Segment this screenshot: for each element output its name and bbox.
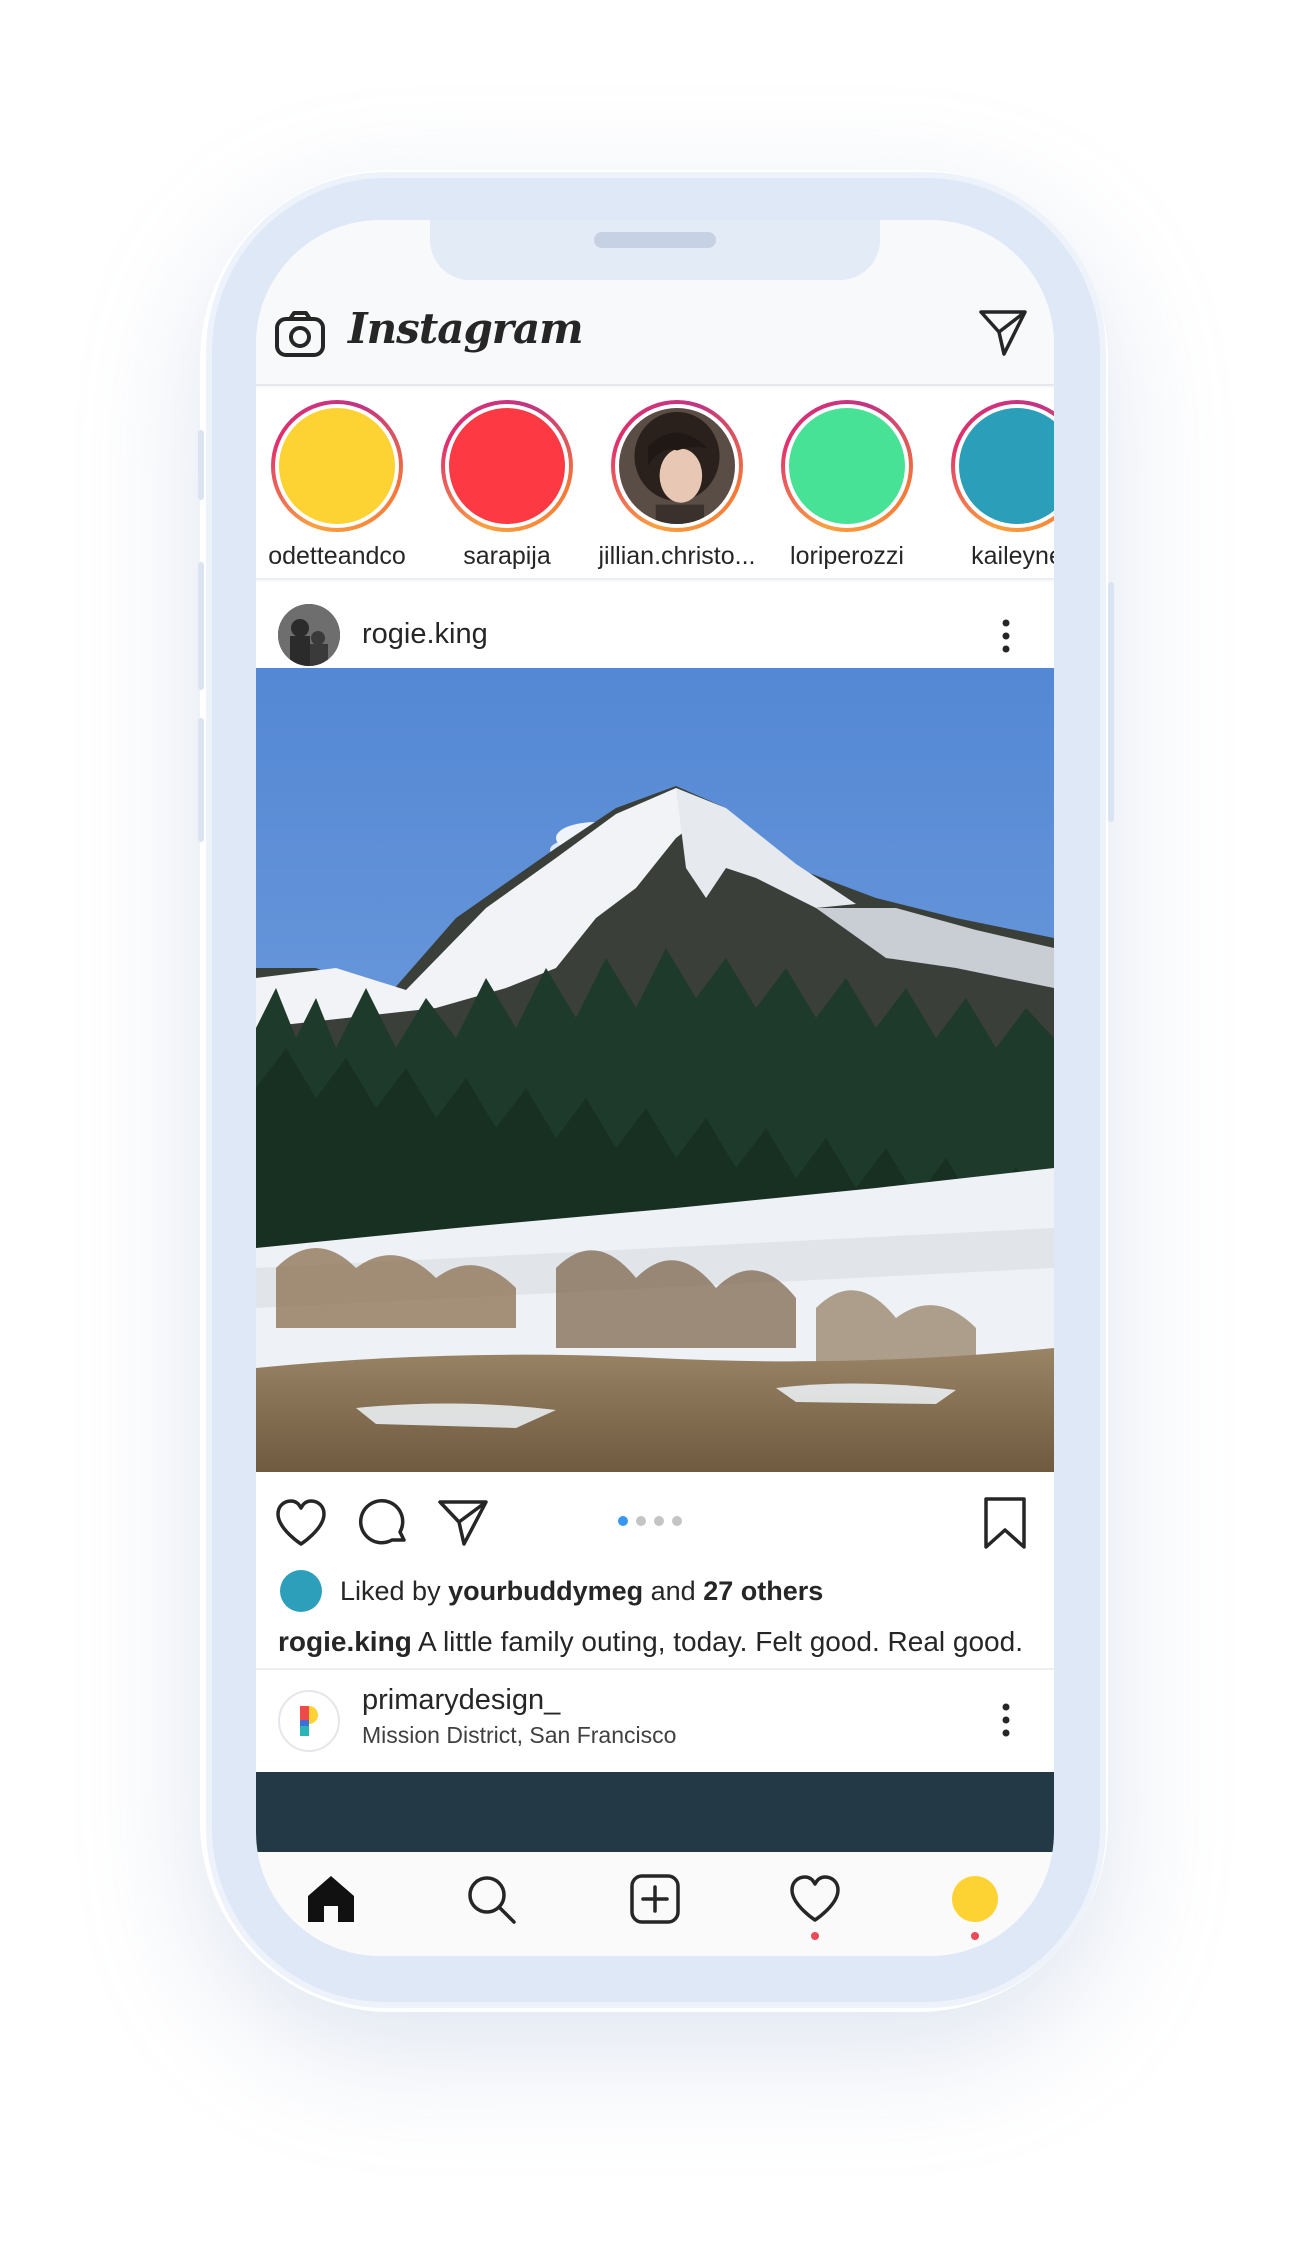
notch [430, 220, 880, 280]
likes-joiner: and [650, 1575, 696, 1606]
post-actions-bar [256, 1472, 1054, 1572]
volume-down-button [198, 718, 204, 842]
next-post-header: primarydesign_ Mission District, San Fra… [256, 1668, 1054, 1772]
bottom-tab-bar [256, 1852, 1054, 1956]
volume-up-button [198, 562, 204, 690]
home-icon[interactable] [304, 1872, 358, 1926]
story-username: kaileyne [971, 542, 1054, 570]
phone-screen: Instagram odetteandco sarapija jillian.c… [256, 220, 1054, 1956]
app-header: Instagram [256, 280, 1054, 386]
power-button [1108, 582, 1114, 822]
story-item[interactable]: kaileyne [932, 400, 1054, 571]
post-author-username[interactable]: rogie.king [362, 618, 488, 651]
carousel-dot [654, 1516, 664, 1526]
story-username: sarapija [463, 542, 551, 570]
post-image[interactable] [256, 668, 1054, 1472]
next-post-username[interactable]: primarydesign_ [362, 1684, 560, 1717]
likes-others[interactable]: 27 others [703, 1576, 823, 1606]
profile-tab[interactable] [952, 1876, 1006, 1930]
liker-avatar[interactable] [280, 1570, 322, 1612]
activity-heart-icon[interactable] [788, 1872, 842, 1926]
primarydesign-avatar[interactable] [278, 1690, 340, 1752]
likes-prefix: Liked by [340, 1575, 441, 1606]
story-username: loriperozzi [790, 542, 904, 570]
next-post-location[interactable]: Mission District, San Francisco [362, 1722, 676, 1749]
direct-message-icon[interactable] [978, 308, 1028, 358]
story-avatar [789, 408, 905, 524]
liker-username[interactable]: yourbuddymeg [448, 1576, 643, 1606]
heart-icon[interactable] [274, 1496, 328, 1550]
more-options-icon[interactable] [996, 1700, 1016, 1740]
carousel-dot [672, 1516, 682, 1526]
likes-row: Liked by yourbuddymeg and 27 others [280, 1570, 823, 1612]
story-avatar [959, 408, 1054, 524]
caption-username[interactable]: rogie.king [278, 1626, 412, 1657]
bookmark-icon[interactable] [978, 1496, 1032, 1550]
story-avatar-photo [619, 408, 735, 524]
instagram-logo: Instagram [348, 304, 584, 353]
profile-avatar [952, 1876, 998, 1922]
more-options-icon[interactable] [996, 616, 1016, 656]
story-item[interactable]: odetteandco [256, 400, 422, 571]
stories-tray: odetteandco sarapija jillian.christo... [256, 388, 1054, 580]
caption-text: A little family outing, today. Felt good… [418, 1626, 1023, 1657]
search-icon[interactable] [464, 1872, 518, 1926]
story-item[interactable]: jillian.christo... [592, 400, 762, 571]
story-username: jillian.christo... [598, 542, 756, 570]
share-icon[interactable] [436, 1496, 490, 1550]
speaker-grille [594, 232, 716, 248]
story-item[interactable]: loriperozzi [762, 400, 932, 571]
profile-notification-dot [971, 1932, 979, 1940]
carousel-dot [636, 1516, 646, 1526]
new-post-icon[interactable] [628, 1872, 682, 1926]
post-meta: Liked by yourbuddymeg and 27 others rogi… [256, 1560, 1054, 1680]
story-avatar [449, 408, 565, 524]
post-author-avatar[interactable] [278, 604, 340, 666]
comment-icon[interactable] [356, 1496, 410, 1550]
mute-switch [198, 430, 204, 500]
story-username: odetteandco [268, 542, 406, 570]
activity-notification-dot [811, 1932, 819, 1940]
likes-summary[interactable]: Liked by yourbuddymeg and 27 others [340, 1576, 823, 1607]
next-post-image[interactable] [256, 1772, 1054, 1852]
story-item[interactable]: sarapija [422, 400, 592, 571]
post-caption: rogie.king A little family outing, today… [278, 1626, 1023, 1658]
carousel-dot-active [618, 1516, 628, 1526]
camera-icon[interactable] [274, 310, 326, 358]
story-avatar [279, 408, 395, 524]
carousel-indicator [618, 1516, 682, 1526]
